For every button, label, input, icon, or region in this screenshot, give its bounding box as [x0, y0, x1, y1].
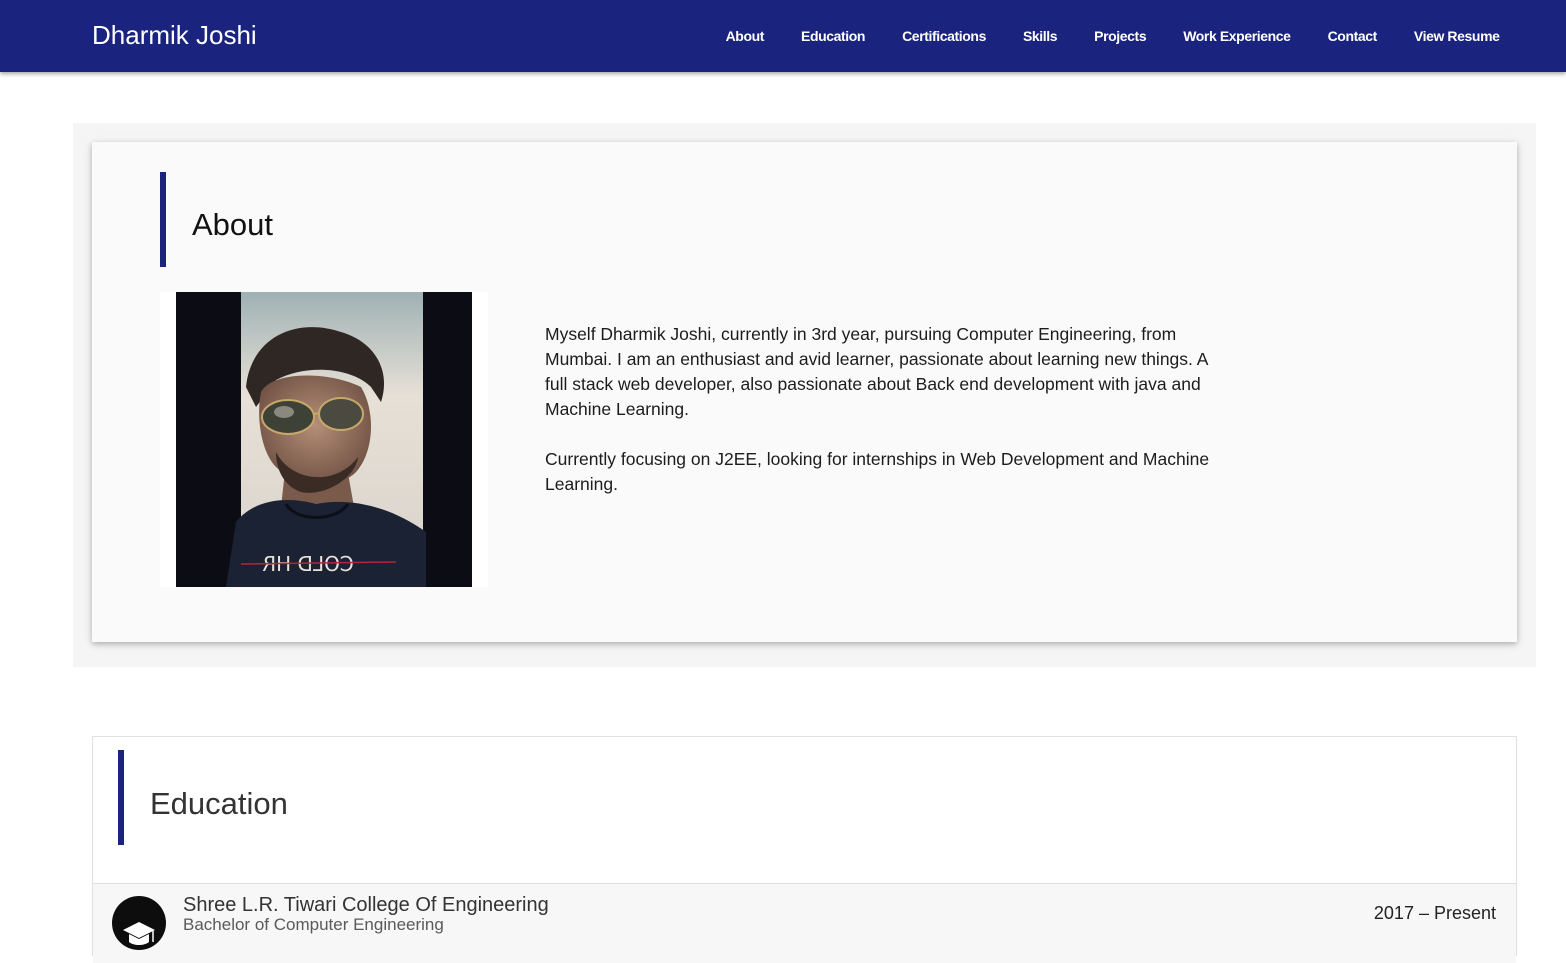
nav-item-certifications: Certifications	[884, 0, 1005, 72]
nav-item-contact: Contact	[1309, 0, 1395, 72]
brand-logo[interactable]: Dharmik Joshi	[92, 0, 257, 72]
education-section: Education Shree L.R. Tiwari College Of E…	[92, 736, 1517, 963]
education-heading: Education	[118, 750, 288, 845]
nav-item-skills: Skills	[1004, 0, 1075, 72]
nav-link-skills[interactable]: Skills	[1004, 0, 1075, 72]
about-heading: About	[160, 172, 273, 267]
about-card: About COLD HR Myself Dharmik Joshi, curr…	[92, 142, 1517, 642]
profile-photo-image: COLD HR	[176, 292, 472, 587]
nav-link-about[interactable]: About	[707, 0, 782, 72]
about-description: Myself Dharmik Joshi, currently in 3rd y…	[545, 322, 1225, 497]
about-paragraph-1: Myself Dharmik Joshi, currently in 3rd y…	[545, 324, 1208, 419]
top-navbar: Dharmik Joshi About Education Certificat…	[0, 0, 1566, 72]
education-school-name: Shree L.R. Tiwari College Of Engineering	[183, 894, 549, 916]
nav-item-about: About	[707, 0, 782, 72]
nav-link-projects[interactable]: Projects	[1076, 0, 1165, 72]
nav-link-work-experience[interactable]: Work Experience	[1165, 0, 1309, 72]
nav-link-education[interactable]: Education	[783, 0, 884, 72]
education-item[interactable]: Shree L.R. Tiwari College Of Engineering…	[93, 883, 1516, 963]
profile-photo-frame: COLD HR	[160, 292, 488, 587]
profile-photo: COLD HR	[176, 292, 472, 587]
nav-item-education: Education	[783, 0, 884, 72]
nav-item-view-resume: View Resume	[1395, 0, 1518, 72]
about-paragraph-2: Currently focusing on J2EE, looking for …	[545, 449, 1210, 494]
graduation-cap-icon	[112, 896, 166, 950]
nav-item-projects: Projects	[1076, 0, 1165, 72]
education-degree: Bachelor of Computer Engineering	[183, 915, 444, 934]
about-section: About COLD HR Myself Dharmik Joshi, curr…	[73, 123, 1536, 667]
education-period: 2017 – Present	[1373, 903, 1496, 923]
nav-item-work-experience: Work Experience	[1165, 0, 1309, 72]
nav-link-view-resume[interactable]: View Resume	[1395, 0, 1518, 72]
nav-link-contact[interactable]: Contact	[1309, 0, 1395, 72]
nav-link-certifications[interactable]: Certifications	[884, 0, 1005, 72]
nav-links: About Education Certifications Skills Pr…	[707, 0, 1518, 72]
